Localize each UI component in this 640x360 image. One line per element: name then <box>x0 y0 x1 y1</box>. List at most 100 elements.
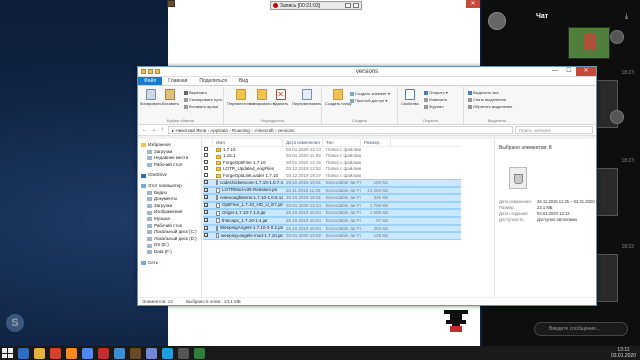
opera-icon[interactable] <box>98 347 109 359</box>
file-row[interactable]: ✓ Origin-1.7.10-7.1.0.jar 26.10.2019 16:04… <box>203 209 461 217</box>
nav-item[interactable]: Избранное <box>138 142 201 149</box>
avatar[interactable] <box>488 12 506 30</box>
select-none-button[interactable]: Снять выделение <box>468 97 506 102</box>
new-folder-button[interactable]: Создать папку <box>325 89 352 106</box>
tab-share[interactable]: Поделиться <box>193 77 233 85</box>
column-size[interactable]: Размер <box>361 139 391 146</box>
file-row[interactable]: ✓ LOTRMod-v35-Rebalum.jar 26.11.2019 11:25… <box>203 186 461 195</box>
copy-to-button[interactable]: Копировать в <box>250 89 275 106</box>
rename-button[interactable]: Переименовать <box>292 89 321 106</box>
tab-file[interactable]: Файл <box>138 77 163 85</box>
new-item-button[interactable]: Создать элемент ▾ <box>350 91 390 96</box>
row-checkbox[interactable] <box>204 172 208 177</box>
column-type[interactable]: Тип <box>323 139 361 146</box>
file-row[interactable]: ✓ codechickencore-1.7.10-1.0.7.47-univ...… <box>203 178 461 187</box>
stop-icon[interactable] <box>353 3 359 8</box>
cut-button[interactable]: Вырезать <box>184 90 207 95</box>
row-checkbox[interactable]: ✓ <box>204 187 208 192</box>
nav-item[interactable]: Data (F:) <box>138 249 201 256</box>
nav-item[interactable]: Документы <box>138 196 201 203</box>
row-checkbox[interactable]: ✓ <box>204 195 208 200</box>
properties-button[interactable]: Свойства <box>401 89 419 106</box>
nav-item[interactable]: Этот компьютер <box>138 183 201 190</box>
steam-icon[interactable] <box>114 347 125 359</box>
open-button[interactable]: Открыть ▾ <box>424 90 448 95</box>
copy-button[interactable]: Копировать <box>140 89 162 106</box>
title-bar[interactable]: versions — ☐ ✕ <box>138 67 596 77</box>
select-all-button[interactable]: Выделить все <box>468 90 499 95</box>
file-row[interactable]: ✓ OptiFine_1.7.10_HD_U_E7.jar 03.01.2020 1… <box>203 201 461 210</box>
nav-item[interactable]: Видео <box>138 190 201 197</box>
history-button[interactable]: Журнал <box>424 104 444 109</box>
row-checkbox[interactable]: ✓ <box>204 217 208 222</box>
search-input[interactable]: Поиск: versions <box>515 126 593 134</box>
nav-item[interactable]: Недавние места <box>138 155 201 162</box>
nav-item[interactable]: Музыка <box>138 216 201 223</box>
ie-icon[interactable] <box>18 347 29 359</box>
top-close-button[interactable]: ✕ <box>466 0 480 8</box>
nav-item[interactable]: Загрузки <box>138 203 201 210</box>
nav-item[interactable]: Локальный диск (D:) <box>138 236 201 243</box>
copy-path-button[interactable]: Скопировать путь <box>184 97 222 102</box>
row-checkbox[interactable]: ✓ <box>204 202 208 207</box>
file-row[interactable]: ✓ notenoughitems-1.7.10-1.0.5.120-univ...… <box>203 194 461 202</box>
skype-icon[interactable]: S <box>6 314 24 332</box>
tab-home[interactable]: Главная <box>162 77 193 85</box>
forward-button[interactable]: → <box>150 127 157 133</box>
minecraft-icon[interactable] <box>130 347 141 359</box>
download-icon[interactable]: ⤓ <box>625 13 628 21</box>
delete-button[interactable]: ✕ Удалить <box>273 89 288 106</box>
easy-access-button[interactable]: Простой доступ ▾ <box>350 98 387 103</box>
nav-item[interactable]: Изображения <box>138 209 201 216</box>
recording-bar[interactable]: Запись [00:21:03] <box>270 1 362 10</box>
nav-item[interactable]: Локальный диск (C:) <box>138 229 201 236</box>
close-button[interactable]: ✕ <box>576 67 596 76</box>
edit-button[interactable]: Изменить <box>424 97 447 102</box>
chrome-icon[interactable] <box>82 347 93 359</box>
yandex-icon[interactable] <box>50 347 61 359</box>
nav-item[interactable]: Сеть <box>138 260 201 267</box>
participant-avatar[interactable] <box>610 110 624 124</box>
tab-view[interactable]: Вид <box>233 77 254 85</box>
row-checkbox[interactable] <box>204 147 208 151</box>
file-row[interactable]: ✓ WeepingAngels-1.7.10-4.0.2.jar 26.10.201… <box>203 224 461 233</box>
path-field[interactable]: ▸ Никиткай Яков › AppData › Roaming › .m… <box>168 126 513 134</box>
nav-item[interactable]: DS (E:) <box>138 242 201 249</box>
explorer-icon[interactable] <box>34 347 45 359</box>
paste-button[interactable]: Вставить <box>162 89 179 106</box>
maximize-button[interactable]: ☐ <box>562 67 576 76</box>
select-all-checkbox[interactable] <box>203 139 213 146</box>
row-checkbox[interactable]: ✓ <box>204 210 208 215</box>
nav-item[interactable]: Рабочий стол <box>138 162 201 169</box>
row-checkbox[interactable]: ✓ <box>204 233 208 238</box>
participant-avatar[interactable] <box>610 30 624 44</box>
row-checkbox[interactable]: ✓ <box>204 179 208 184</box>
app-icon[interactable] <box>178 347 189 359</box>
column-date[interactable]: Дата изменения <box>283 139 323 146</box>
clock[interactable]: 13:11 03.01.2020 <box>611 347 636 359</box>
new-folder-icon <box>333 89 344 100</box>
chat-image[interactable] <box>568 27 610 59</box>
chat-input[interactable]: Введите сообщение... <box>534 322 628 336</box>
invert-selection-button[interactable]: Обратить выделение <box>468 104 513 109</box>
file-row[interactable]: ✓ weeping-angels-mod-1.7.10.jar 03.01.2020… <box>203 232 461 240</box>
video-thumbnail[interactable] <box>167 0 175 7</box>
row-checkbox[interactable] <box>204 159 208 164</box>
up-button[interactable]: ↑ <box>159 127 166 133</box>
discord-icon[interactable] <box>146 347 157 359</box>
row-checkbox[interactable] <box>204 153 208 158</box>
column-name[interactable]: Имя <box>213 139 283 146</box>
nav-item[interactable]: OneDrive <box>138 172 201 179</box>
paste-shortcut-button[interactable]: Вставить ярлык <box>184 104 218 109</box>
app-icon[interactable] <box>194 347 205 359</box>
start-button[interactable] <box>2 348 13 358</box>
skype-icon[interactable] <box>162 347 173 359</box>
file-row[interactable]: ✓ thincaps_1.7.10-1.4.jar 26.10.2019 16:04… <box>203 216 461 225</box>
pause-icon[interactable] <box>345 3 351 8</box>
row-checkbox[interactable]: ✓ <box>204 225 208 230</box>
row-checkbox[interactable] <box>204 166 208 171</box>
minimize-button[interactable]: — <box>548 67 562 76</box>
back-button[interactable]: ← <box>141 127 148 133</box>
nav-item[interactable]: Загрузки <box>138 149 201 156</box>
firefox-icon[interactable] <box>66 347 77 359</box>
